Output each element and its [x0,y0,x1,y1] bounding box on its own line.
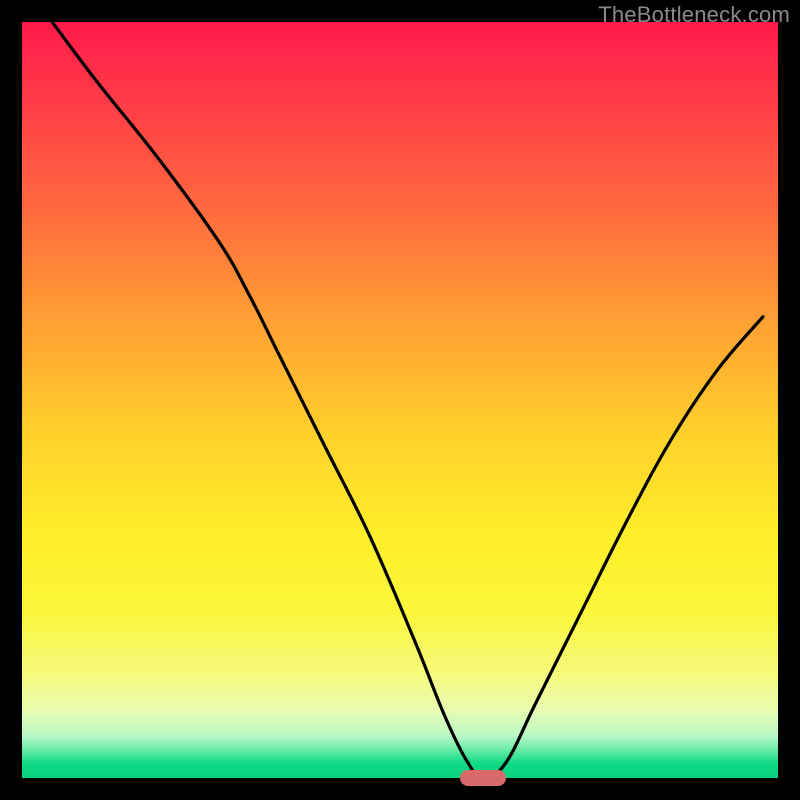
minimum-marker [460,770,505,785]
bottleneck-curve [52,22,763,778]
plot-area [22,22,778,778]
chart-frame: TheBottleneck.com [0,0,800,800]
curve-svg [22,22,778,778]
